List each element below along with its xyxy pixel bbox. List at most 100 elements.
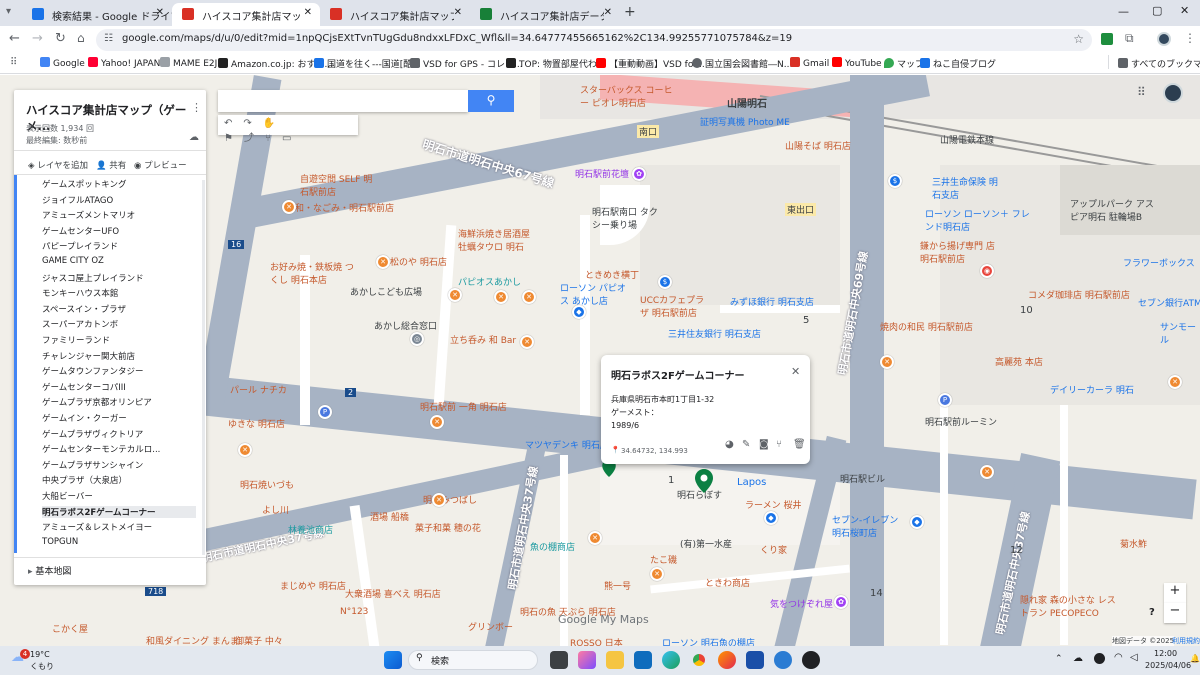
close-icon[interactable]: ✕: [304, 7, 312, 18]
layer-item[interactable]: 中央プラザ（大泉店）: [42, 474, 202, 486]
restaurant-pin-icon[interactable]: ✕: [880, 355, 894, 369]
restaurant-pin-icon[interactable]: ✕: [448, 288, 462, 302]
map-search-button[interactable]: ⚲: [468, 90, 514, 112]
layer-item[interactable]: ゲームセンターコパIII: [42, 381, 202, 393]
tab-drive[interactable]: 検索結果 - Google ドライブ ✕: [22, 3, 172, 26]
route-icon[interactable]: ⑂: [265, 133, 282, 144]
undo-icon[interactable]: ↶: [224, 118, 243, 129]
bookmark-vsd-video[interactable]: 【重動動画】VSD for...: [596, 57, 705, 70]
parking-pin-icon[interactable]: P: [938, 393, 952, 407]
notification-bell-icon[interactable]: 🔔: [1190, 654, 1200, 663]
selected-location-marker[interactable]: [695, 469, 713, 493]
wifi-icon[interactable]: ◠: [1114, 652, 1123, 663]
bank-pin-icon[interactable]: $: [888, 174, 902, 188]
hand-icon[interactable]: ✋: [263, 118, 286, 129]
parking-pin-icon[interactable]: P: [318, 405, 332, 419]
clock-time[interactable]: 12:00: [1154, 649, 1177, 658]
layer-item[interactable]: スペースイン・プラザ: [42, 303, 202, 315]
restaurant-pin-icon[interactable]: ✕: [588, 531, 602, 545]
layer-item[interactable]: チャレンジャー関大前店: [42, 350, 202, 362]
base-map-toggle[interactable]: ▸ 基本地図: [28, 564, 71, 577]
outlook-icon[interactable]: [634, 651, 652, 669]
restaurant-pin-icon[interactable]: ✕: [430, 415, 444, 429]
media-player-icon[interactable]: [802, 651, 820, 669]
cloud-icon[interactable]: ☁: [1073, 653, 1083, 664]
layer-item[interactable]: ゲームセンターモンテカルロ...: [42, 443, 202, 455]
redo-icon[interactable]: ↷: [243, 118, 262, 129]
layer-item[interactable]: ゲームスポットキング: [42, 178, 202, 190]
bookmark-google[interactable]: Google: [40, 57, 85, 69]
address-bar[interactable]: ☷ google.com/maps/d/u/0/edit?mid=1npQCjs…: [96, 29, 1092, 51]
tab-sheets[interactable]: ハイスコア集計店データベース - Goo ✕: [470, 3, 620, 26]
menu-dots-icon[interactable]: ⋮: [1184, 31, 1196, 45]
lodging-pin-icon[interactable]: ◉: [980, 264, 994, 278]
add-marker-icon[interactable]: ⚑: [224, 133, 244, 144]
profile-avatar[interactable]: [1157, 32, 1171, 46]
task-view-icon[interactable]: [550, 651, 568, 669]
start-windows-icon[interactable]: [384, 651, 402, 669]
layer-item[interactable]: アミューズメントマリオ: [42, 209, 202, 221]
zoom-out-button[interactable]: −: [1164, 603, 1186, 623]
restaurant-pin-icon[interactable]: ✕: [522, 290, 536, 304]
bookmark-youtube[interactable]: YouTube: [832, 57, 882, 69]
firefox-icon[interactable]: [718, 651, 736, 669]
new-tab-button[interactable]: +: [624, 4, 636, 20]
bookmark-star-icon[interactable]: ☆: [1073, 32, 1084, 46]
layer-item[interactable]: TOPGUN: [42, 537, 202, 547]
layer-item[interactable]: GAME CITY OZ: [42, 256, 202, 266]
scrollbar[interactable]: [202, 180, 205, 555]
bookmark-top[interactable]: TOP: 物置部屋代わり: [506, 57, 606, 70]
style-bucket-icon[interactable]: ◕: [725, 439, 734, 450]
add-layer-button[interactable]: ◈ レイヤを追加: [28, 159, 88, 171]
landmark-pin-icon[interactable]: ✿: [834, 595, 848, 609]
restaurant-pin-icon[interactable]: ✕: [980, 465, 994, 479]
tab-map-active[interactable]: ハイスコア集計店マップ（ゲーメスト ✕: [172, 3, 320, 26]
volume-icon[interactable]: ◁: [1130, 652, 1138, 663]
copilot-icon[interactable]: [578, 651, 596, 669]
clock-date[interactable]: 2025/04/06: [1145, 661, 1191, 670]
restaurant-pin-icon[interactable]: ✕: [650, 567, 664, 581]
site-info-icon[interactable]: ☷: [104, 33, 113, 44]
shopping-pin-icon[interactable]: ◆: [764, 511, 778, 525]
preview-button[interactable]: ◉ プレビュー: [134, 159, 187, 171]
layer-item[interactable]: ゲームイン・クーガー: [42, 412, 202, 424]
bookmark-kokudo[interactable]: 国道を往く---国道[酷...: [314, 57, 421, 70]
chrome-icon[interactable]: [690, 651, 708, 669]
restaurant-pin-icon[interactable]: ✕: [376, 255, 390, 269]
layer-item[interactable]: ゲームプラザヴィクトリア: [42, 428, 202, 440]
app-icon[interactable]: [774, 651, 792, 669]
layer-item[interactable]: ゲームタウンファンタジー: [42, 365, 202, 377]
camera-icon[interactable]: ◙: [759, 439, 769, 450]
back-icon[interactable]: ←: [9, 31, 20, 46]
all-bookmarks[interactable]: すべてのブックマーク: [1118, 57, 1200, 70]
restaurant-pin-icon[interactable]: ✕: [282, 200, 296, 214]
layer-item[interactable]: 明石ラボス2Fゲームコーナー: [42, 505, 196, 518]
close-window-button[interactable]: ✕: [1180, 4, 1189, 17]
draw-line-icon[interactable]: ⤴: [244, 133, 265, 144]
close-icon[interactable]: ✕: [454, 7, 462, 18]
bookmark-gmail[interactable]: Gmail: [790, 57, 829, 69]
zoom-in-button[interactable]: +: [1164, 583, 1186, 603]
tab-search-icon[interactable]: ▾: [6, 6, 20, 20]
apps-grid-icon[interactable]: ⠿: [1137, 85, 1146, 99]
forward-icon[interactable]: →: [32, 31, 43, 46]
bookmark-blog[interactable]: ねこ自侵ブログ: [920, 57, 996, 70]
layer-item[interactable]: ファミリーランド: [42, 334, 202, 346]
layer-item[interactable]: ジョイフルATAGO: [42, 194, 202, 206]
restaurant-pin-icon[interactable]: ✕: [238, 443, 252, 457]
layer-item[interactable]: スーパーアカトンボ: [42, 318, 202, 330]
extensions-icon[interactable]: ⧉: [1125, 31, 1134, 46]
layer-item[interactable]: モンキーハウス本館: [42, 287, 202, 299]
terms-link[interactable]: 利用規約: [1172, 636, 1200, 646]
layer-item[interactable]: パピープレイランド: [42, 240, 202, 252]
account-avatar[interactable]: [1163, 83, 1183, 103]
antivirus-icon[interactable]: [1094, 653, 1105, 664]
share-button[interactable]: 👤 共有: [96, 159, 126, 171]
layer-item[interactable]: アミューズ＆レストメイヨー: [42, 521, 202, 533]
restaurant-pin-icon[interactable]: ✕: [1168, 375, 1182, 389]
layer-item[interactable]: ゲームセンターUFO: [42, 225, 202, 237]
apps-grid-icon[interactable]: ⠿: [10, 57, 17, 68]
tab-map-2[interactable]: ハイスコア集計店マップ（ゲーメスト版） ✕: [320, 3, 470, 26]
bookmark-yahoo[interactable]: Yahoo! JAPAN: [88, 57, 160, 69]
edit-pencil-icon[interactable]: ✎: [742, 439, 750, 450]
